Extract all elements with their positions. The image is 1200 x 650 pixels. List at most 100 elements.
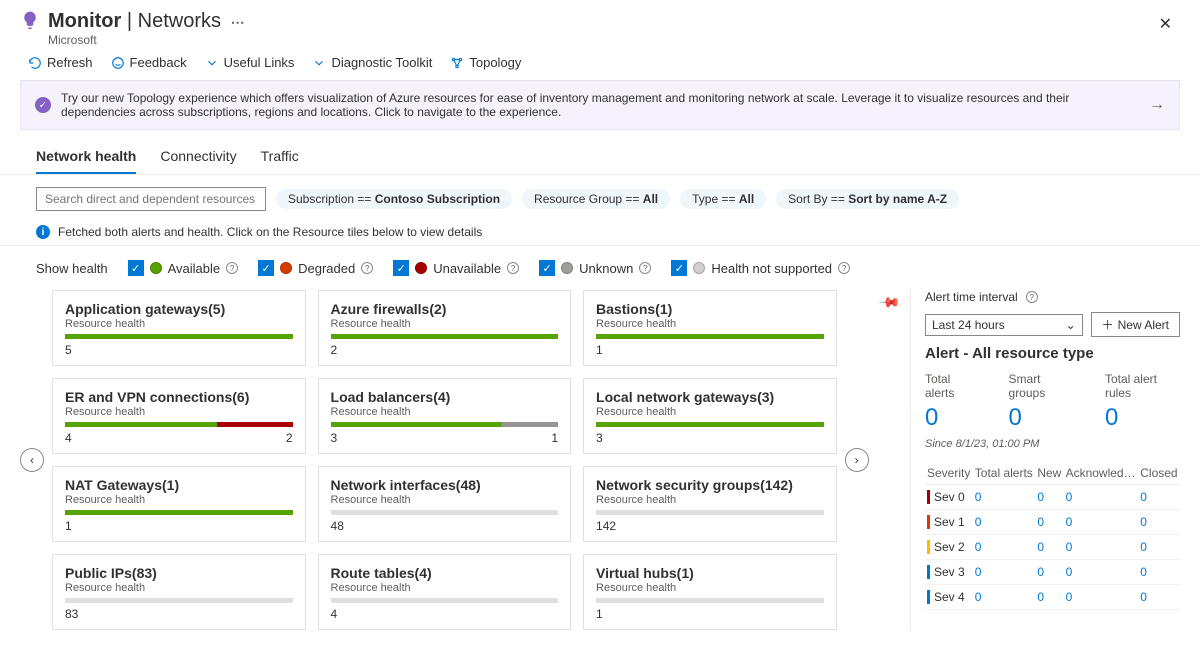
more-dots-icon[interactable]: ⋯ [227,14,249,30]
alerts-heading: Alert - All resource type [925,345,1180,362]
severity-row[interactable]: Sev 4 0 0 0 0 [925,585,1180,610]
card-title: ER and VPN connections(6) [65,389,293,405]
card-subtitle: Resource health [65,582,293,594]
card-counts: 48 [331,519,559,533]
card-title: Application gateways(5) [65,301,293,317]
health-filter-row: Show health ✓Available? ✓Degraded? ✓Unav… [0,246,1200,290]
health-unavailable[interactable]: ✓Unavailable? [393,260,519,276]
card-subtitle: Resource health [65,494,293,506]
card-subtitle: Resource health [596,406,824,418]
resource-card[interactable]: Local network gateways(3) Resource healt… [583,378,837,454]
card-subtitle: Resource health [596,494,824,506]
health-bar [331,334,559,339]
severity-row[interactable]: Sev 3 0 0 0 0 [925,560,1180,585]
health-available[interactable]: ✓Available? [128,260,239,276]
total-rules-value[interactable]: 0 [1105,404,1180,432]
interval-label: Alert time interval [925,290,1018,304]
card-subtitle: Resource health [331,494,559,506]
plus-icon: ＋ [1102,316,1114,333]
pin-icon[interactable]: 📌 [877,290,901,314]
card-counts: 1 [596,343,824,357]
card-counts: 42 [65,431,293,445]
filter-subscription[interactable]: Subscription == Contoso Subscription [276,189,512,209]
close-button[interactable]: ✕ [1151,10,1180,38]
topology-button[interactable]: Topology [450,55,521,70]
health-degraded[interactable]: ✓Degraded? [258,260,373,276]
health-bar [65,598,293,603]
card-subtitle: Resource health [596,318,824,330]
resource-card[interactable]: ER and VPN connections(6) Resource healt… [52,378,306,454]
severity-row[interactable]: Sev 1 0 0 0 0 [925,510,1180,535]
filter-type[interactable]: Type == All [680,189,766,209]
resource-card[interactable]: Network security groups(142) Resource he… [583,466,837,542]
resource-card[interactable]: Virtual hubs(1) Resource health 1 [583,554,837,630]
chevron-down-icon: ⌄ [1066,318,1076,332]
card-subtitle: Resource health [596,582,824,594]
banner-arrow-icon: → [1149,96,1165,114]
health-not-supported[interactable]: ✓Health not supported? [671,260,850,276]
info-text: Fetched both alerts and health. Click on… [58,225,482,239]
topology-banner[interactable]: Try our new Topology experience which of… [20,80,1180,130]
tab-network-health[interactable]: Network health [36,148,136,174]
interval-help-icon[interactable]: ? [1026,291,1038,303]
card-subtitle: Resource health [65,406,293,418]
health-bar [65,334,293,339]
card-title: Network security groups(142) [596,477,824,493]
card-title: Local network gateways(3) [596,389,824,405]
show-health-label: Show health [36,261,108,276]
tab-traffic[interactable]: Traffic [261,148,299,174]
resource-card[interactable]: Public IPs(83) Resource health 83 [52,554,306,630]
health-bar [596,422,824,427]
since-text: Since 8/1/23, 01:00 PM [925,438,1180,450]
resource-card[interactable]: Azure firewalls(2) Resource health 2 [318,290,572,366]
search-input[interactable] [36,187,266,211]
filter-sort[interactable]: Sort By == Sort by name A-Z [776,189,959,209]
filter-row: Subscription == Contoso Subscription Res… [0,175,1200,219]
health-bar [596,598,824,603]
interval-dropdown[interactable]: Last 24 hours⌄ [925,314,1083,336]
smart-groups-value[interactable]: 0 [1009,404,1075,432]
filter-resource-group[interactable]: Resource Group == All [522,189,670,209]
alerts-panel: Alert time interval ? Last 24 hours⌄ ＋Ne… [910,290,1180,630]
resource-card[interactable]: Network interfaces(48) Resource health 4… [318,466,572,542]
tabs: Network health Connectivity Traffic [0,130,1200,175]
health-bar [331,510,559,515]
card-title: Network interfaces(48) [331,477,559,493]
health-unknown[interactable]: ✓Unknown? [539,260,651,276]
card-counts: 2 [331,343,559,357]
tab-connectivity[interactable]: Connectivity [160,148,236,174]
page-header: Monitor | Networks ⋯ Microsoft ✕ [0,0,1200,53]
resource-card[interactable]: Bastions(1) Resource health 1 [583,290,837,366]
severity-row[interactable]: Sev 2 0 0 0 0 [925,535,1180,560]
info-bar: i Fetched both alerts and health. Click … [0,219,1200,246]
severity-row[interactable]: Sev 0 0 0 0 0 [925,485,1180,510]
total-alerts-value[interactable]: 0 [925,404,979,432]
health-bar [331,422,559,427]
card-title: Public IPs(83) [65,565,293,581]
useful-links-button[interactable]: Useful Links [205,55,295,70]
card-counts: 83 [65,607,293,621]
card-title: Bastions(1) [596,301,824,317]
carousel-prev-button[interactable]: ‹ [20,448,44,472]
card-counts: 142 [596,519,824,533]
card-subtitle: Resource health [331,406,559,418]
resource-carousel: ‹ Application gateways(5) Resource healt… [20,290,869,630]
card-subtitle: Resource health [331,318,559,330]
command-bar: Refresh Feedback Useful Links Diagnostic… [0,53,1200,80]
carousel-next-button[interactable]: › [845,448,869,472]
health-bar [65,422,293,427]
card-title: Virtual hubs(1) [596,565,824,581]
feedback-button[interactable]: Feedback [111,55,187,70]
card-title: NAT Gateways(1) [65,477,293,493]
resource-card[interactable]: Load balancers(4) Resource health 31 [318,378,572,454]
new-alert-button[interactable]: ＋New Alert [1091,312,1180,337]
card-subtitle: Resource health [65,318,293,330]
refresh-button[interactable]: Refresh [28,55,93,70]
resource-card[interactable]: Route tables(4) Resource health 4 [318,554,572,630]
diagnostic-toolkit-button[interactable]: Diagnostic Toolkit [312,55,432,70]
card-title: Azure firewalls(2) [331,301,559,317]
resource-card[interactable]: Application gateways(5) Resource health … [52,290,306,366]
resource-card[interactable]: NAT Gateways(1) Resource health 1 [52,466,306,542]
card-counts: 1 [596,607,824,621]
banner-text: Try our new Topology experience which of… [61,91,1139,119]
